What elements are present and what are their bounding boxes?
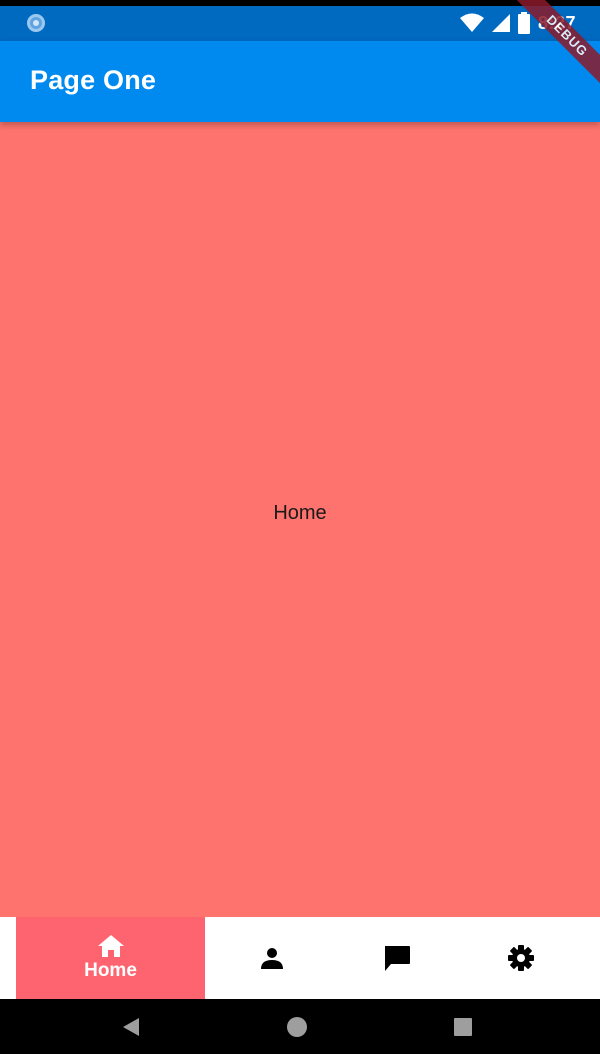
app-screen: 8:27 DEBUG Page One Home Home (0, 0, 600, 1054)
person-icon (261, 948, 283, 969)
page-content: Home (0, 122, 600, 917)
home-circle-icon[interactable] (286, 1016, 308, 1038)
nav-item-messages[interactable] (350, 917, 444, 999)
page-title: Page One (30, 65, 157, 95)
status-bar: 8:27 (0, 6, 600, 41)
wifi-icon (459, 13, 484, 32)
system-navigation-bar (0, 999, 600, 1054)
nav-item-settings[interactable] (474, 917, 568, 999)
cell-signal-icon (491, 14, 510, 32)
app-notification-icon (27, 14, 45, 32)
bottom-navigation-bar: Home (0, 917, 600, 999)
app-bar: Page One (0, 41, 600, 122)
gear-icon (508, 945, 534, 971)
recents-icon[interactable] (452, 1016, 474, 1038)
nav-item-profile[interactable] (226, 917, 318, 999)
nav-item-home[interactable]: Home (16, 917, 205, 999)
back-icon[interactable] (120, 1016, 142, 1038)
chat-icon (385, 946, 410, 971)
nav-item-home-label: Home (84, 960, 137, 981)
battery-icon (517, 12, 530, 34)
home-icon (97, 935, 124, 957)
content-label: Home (273, 502, 327, 524)
